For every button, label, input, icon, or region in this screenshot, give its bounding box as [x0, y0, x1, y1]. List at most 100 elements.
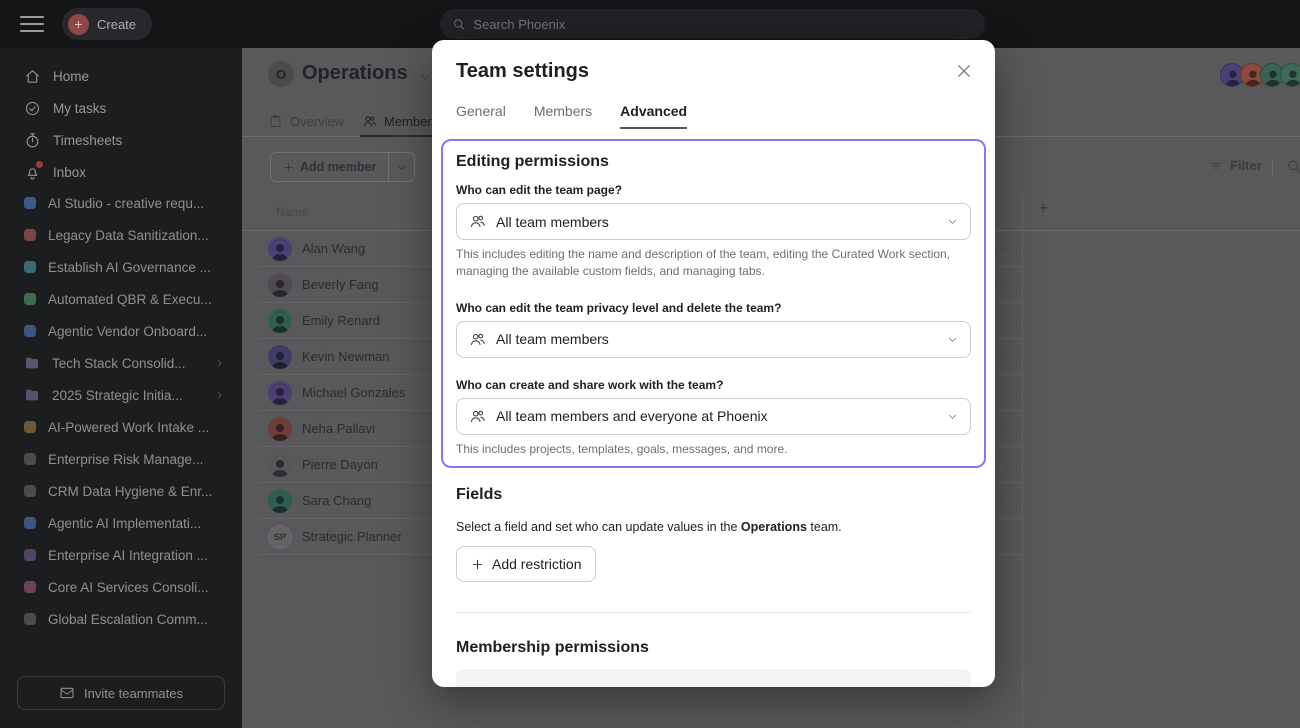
search-icon: [452, 17, 465, 31]
home-icon: [24, 68, 41, 85]
invite-teammates-label: Invite teammates: [84, 685, 183, 701]
avatar: [1280, 63, 1300, 87]
project-label: Global Escalation Comm...: [48, 611, 208, 627]
sidebar-item-my-tasks[interactable]: My tasks: [0, 92, 242, 124]
column-header-name[interactable]: Name: [276, 205, 308, 219]
edit-team-page-select[interactable]: All team members: [456, 203, 971, 240]
sidebar-project[interactable]: Enterprise AI Integration ...: [0, 539, 242, 571]
project-color-swatch: [24, 453, 36, 465]
edit-privacy-select[interactable]: All team members: [456, 320, 971, 358]
check-circle-icon: [24, 100, 41, 117]
project-label: Tech Stack Consolid...: [52, 355, 186, 371]
avatar: [268, 489, 292, 513]
search-input[interactable]: [473, 16, 973, 32]
sidebar-project[interactable]: Agentic AI Implementati...: [0, 507, 242, 539]
search-icon[interactable]: [1286, 158, 1300, 174]
page-title: Operations: [302, 62, 408, 84]
people-icon: [362, 114, 377, 129]
member-name: Neha Pallavi: [302, 421, 375, 436]
project-label: Establish AI Governance ...: [48, 259, 211, 275]
sidebar-item-inbox[interactable]: Inbox: [0, 156, 242, 188]
sidebar-item-label: Timesheets: [53, 132, 123, 148]
sidebar-item-label: Inbox: [53, 164, 87, 180]
project-label: Enterprise AI Integration ...: [48, 547, 208, 563]
help-text: This includes editing the name and descr…: [456, 247, 951, 279]
sidebar-project[interactable]: Core AI Services Consoli...: [0, 571, 242, 603]
sidebar-project[interactable]: Legacy Data Sanitization...: [0, 219, 242, 251]
sidebar-project[interactable]: AI Studio - creative requ...: [0, 187, 242, 219]
sidebar-project[interactable]: Establish AI Governance ...: [0, 251, 242, 283]
editing-permissions-section: Editing permissions Who can edit the tea…: [441, 139, 986, 469]
project-color-swatch: [24, 613, 36, 625]
add-column-button[interactable]: +: [1038, 198, 1049, 219]
filter-icon: [1209, 159, 1223, 173]
sidebar-project[interactable]: Agentic Vendor Onboard...: [0, 315, 242, 347]
plus-icon: +: [68, 13, 89, 35]
person-icon: [268, 420, 292, 441]
avatar: [268, 237, 292, 261]
sidebar-nav: Home My tasks Timesheets Inbox: [0, 60, 242, 188]
project-color-swatch: [24, 485, 36, 497]
sidebar-project[interactable]: Tech Stack Consolid...: [0, 347, 242, 379]
fields-description: Select a field and set who can update va…: [456, 520, 971, 534]
filter-button[interactable]: Filter: [1209, 158, 1262, 173]
project-color-swatch: [24, 197, 36, 209]
member-name: Pierre Dayon: [302, 457, 378, 472]
select-value: All team members: [496, 331, 609, 348]
person-icon: [268, 456, 292, 477]
project-label: Automated QBR & Execu...: [48, 291, 212, 307]
chevron-down-icon: [947, 216, 958, 227]
create-button[interactable]: + Create: [62, 8, 153, 40]
tab-overview[interactable]: Overview: [268, 107, 344, 136]
sidebar-item-timesheets[interactable]: Timesheets: [0, 124, 242, 156]
tab-general[interactable]: General: [456, 103, 506, 129]
team-settings-modal: Team settings General Members Advanced E…: [432, 40, 995, 687]
chevron-down-icon: [396, 162, 407, 173]
sidebar-item-home[interactable]: Home: [0, 60, 242, 92]
select-value: All team members and everyone at Phoenix: [496, 408, 768, 425]
chevron-down-icon[interactable]: [419, 71, 431, 83]
membership-setting-row[interactable]: [456, 669, 971, 687]
avatar: [268, 417, 292, 441]
sidebar-project[interactable]: 2025 Strategic Initia...: [0, 379, 242, 411]
section-heading: Membership permissions: [456, 639, 649, 657]
member-name: Alan Wang: [302, 241, 366, 256]
fields-team-name: Operations: [740, 520, 807, 535]
project-label: Legacy Data Sanitization...: [48, 227, 209, 243]
sidebar-project[interactable]: Enterprise Risk Manage...: [0, 443, 242, 475]
sidebar-project[interactable]: Automated QBR & Execu...: [0, 283, 242, 315]
avatar: SP: [268, 525, 292, 549]
avatar: [268, 309, 292, 333]
sidebar-project[interactable]: Global Escalation Comm...: [0, 603, 242, 635]
close-icon[interactable]: [955, 62, 973, 80]
member-name: Kevin Newman: [302, 349, 390, 364]
add-restriction-button[interactable]: Add restriction: [456, 546, 597, 583]
people-icon: [469, 408, 486, 425]
sidebar-project[interactable]: CRM Data Hygiene & Enr...: [0, 475, 242, 507]
avatar: [268, 273, 292, 297]
sidebar-item-label: My tasks: [53, 100, 107, 116]
sidebar: Home My tasks Timesheets Inbox AI Studio…: [0, 48, 242, 728]
tab-members[interactable]: Members: [359, 107, 441, 137]
chevron-down-icon: [947, 334, 958, 345]
modal-tab-bar: General Members Advanced: [456, 103, 971, 129]
fields-description-prefix: Select a field and set who can update va…: [456, 520, 741, 535]
person-icon: [1282, 67, 1300, 87]
invite-teammates-button[interactable]: Invite teammates: [17, 676, 225, 710]
presence-avatar-stack[interactable]: [1220, 63, 1300, 87]
tab-advanced[interactable]: Advanced: [620, 103, 688, 129]
tab-label: Overview: [290, 114, 345, 129]
global-search[interactable]: [440, 9, 985, 39]
tab-members[interactable]: Members: [534, 103, 592, 129]
add-member-button[interactable]: Add member: [270, 152, 416, 182]
member-name: Emily Renard: [302, 313, 381, 328]
sidebar-project-list: AI Studio - creative requ... Legacy Data…: [0, 187, 242, 635]
create-button-label: Create: [97, 16, 137, 32]
hamburger-menu-icon[interactable]: [20, 14, 44, 34]
create-share-work-select[interactable]: All team members and everyone at Phoenix: [456, 397, 971, 435]
chevron-right-icon: [215, 359, 224, 368]
add-member-dropdown[interactable]: [388, 153, 414, 181]
project-label: AI Studio - creative requ...: [48, 195, 205, 211]
question-label: Who can create and share work with the t…: [456, 377, 724, 392]
sidebar-project[interactable]: AI-Powered Work Intake ...: [0, 411, 242, 443]
